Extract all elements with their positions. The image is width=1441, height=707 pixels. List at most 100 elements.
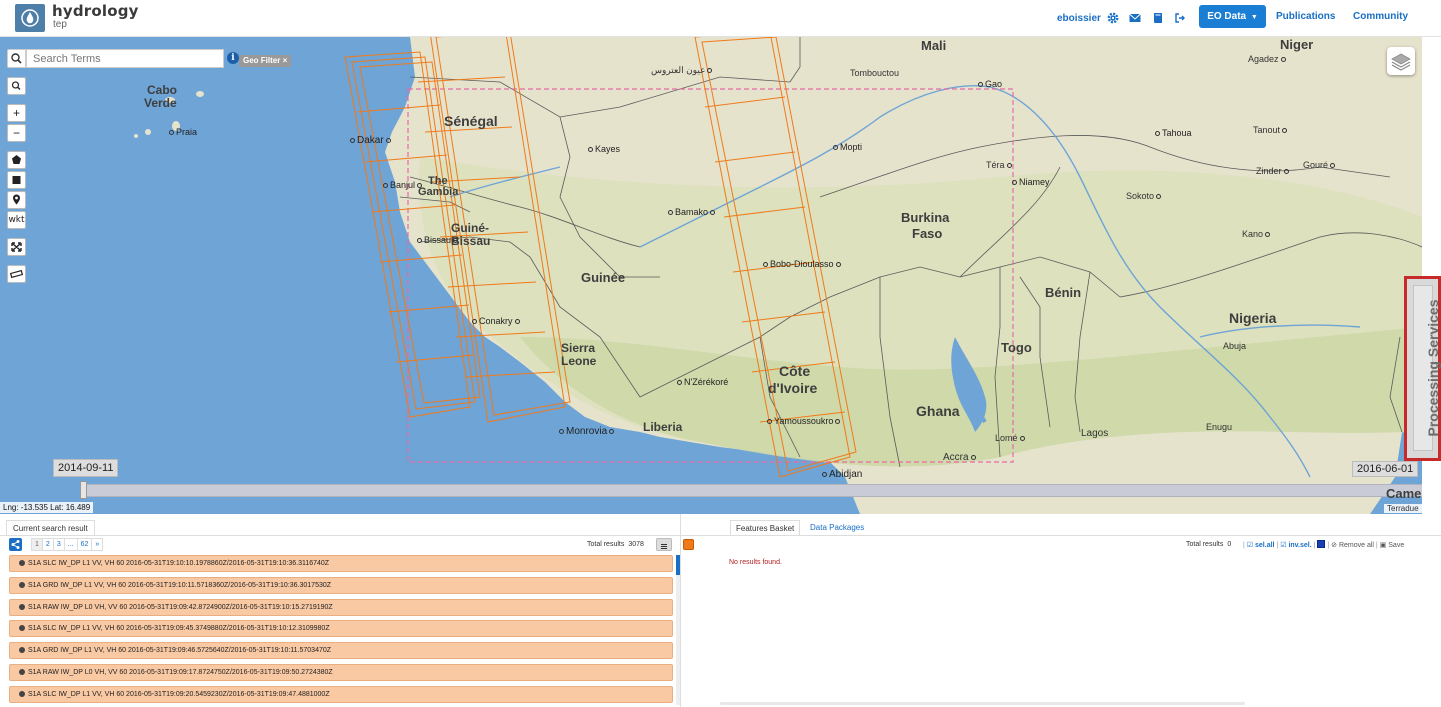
search-icon bbox=[11, 81, 21, 91]
envelope-icon[interactable] bbox=[1128, 11, 1142, 25]
city-label-kayes: Kayes bbox=[588, 144, 620, 154]
globe-icon bbox=[19, 581, 25, 588]
geo-filter-badge[interactable]: Geo Filter × bbox=[239, 55, 292, 67]
basket-toolbar: | ☑ sel.all | ☑ inv.sel. | | ⊘ Remove al… bbox=[1243, 540, 1405, 549]
result-row[interactable]: S1A GRD IW_DP L1 VV, VH 60 2016-05-31T19… bbox=[9, 576, 673, 594]
globe-icon bbox=[19, 603, 25, 610]
total-results-search: Total results 3078 bbox=[587, 541, 644, 548]
time-slider-handle-start[interactable] bbox=[80, 481, 87, 499]
result-row[interactable]: S1A SLC IW_DP L1 VV, VH 60 2016-05-31T19… bbox=[9, 555, 673, 572]
basket-total-label: Total results bbox=[1186, 541, 1224, 548]
community-link[interactable]: Community bbox=[1353, 11, 1408, 22]
share-button[interactable] bbox=[9, 538, 22, 551]
book-icon[interactable] bbox=[1151, 11, 1165, 25]
zoom-out-button[interactable]: − bbox=[7, 124, 26, 142]
wkt-button[interactable]: wkt bbox=[7, 211, 26, 229]
result-row[interactable]: S1A RAW IW_DP L0 VH, VV 60 2016-05-31T19… bbox=[9, 663, 673, 681]
result-row[interactable]: S1A SLC IW_DP L1 VV, VH 60 2016-05-31T19… bbox=[9, 685, 673, 703]
start-date-label: 2014-09-11 bbox=[53, 459, 119, 477]
country-label-sierra-2: Leone bbox=[561, 354, 597, 368]
expand-icon bbox=[11, 242, 22, 252]
eo-data-dropdown-button[interactable]: EO Data ▼ bbox=[1199, 5, 1266, 28]
save-button[interactable]: ▣ Save bbox=[1380, 542, 1405, 549]
globe-icon bbox=[19, 647, 25, 654]
result-row[interactable]: S1A RAW IW_DP L0 VH, VV 60 2016-05-31T19… bbox=[9, 598, 673, 616]
country-label-verde: Verde bbox=[144, 96, 177, 110]
invert-selection-button[interactable]: ☑ inv.sel. bbox=[1280, 542, 1311, 549]
info-icon[interactable]: i bbox=[227, 52, 239, 64]
zoom-in-button[interactable]: + bbox=[7, 104, 26, 122]
city-label-praia: Praia bbox=[169, 127, 197, 137]
app-root: hydrology tep eboissier EO Data ▼ Public… bbox=[0, 0, 1441, 707]
country-label-cote-2: d'Ivoire bbox=[768, 380, 818, 396]
remove-all-button[interactable]: ⊘ Remove all bbox=[1331, 542, 1374, 549]
basket-color-picker[interactable] bbox=[1317, 540, 1326, 548]
hydrology-logo[interactable] bbox=[15, 4, 45, 32]
draw-rectangle-button[interactable] bbox=[7, 171, 26, 189]
footprint-color-picker[interactable] bbox=[683, 539, 694, 550]
bottom-panels: Current search result 1 2 3... 62» Total re… bbox=[0, 514, 1441, 707]
time-slider-track[interactable] bbox=[80, 484, 1422, 497]
measure-button[interactable] bbox=[7, 265, 26, 283]
city-label-zinder: Zinder bbox=[1256, 166, 1289, 176]
city-label-tombouctou: Tombouctou bbox=[850, 68, 900, 78]
page-next[interactable]: » bbox=[91, 538, 104, 551]
city-label-niamey: Niamey bbox=[1012, 177, 1050, 187]
search-input[interactable] bbox=[26, 49, 224, 68]
result-title: S1A GRD IW_DP L1 VV, VH 60 2016-05-31T19… bbox=[28, 581, 332, 589]
city-label-conakry: Conakry bbox=[472, 316, 520, 326]
search-icon bbox=[11, 53, 22, 64]
country-label-cameroon: Camerou bbox=[1386, 486, 1422, 501]
select-all-button[interactable]: ☑ sel.all bbox=[1247, 542, 1275, 549]
tab-features-basket[interactable]: Features Basket bbox=[730, 520, 801, 535]
brand-title: hydrology bbox=[52, 2, 139, 20]
basket-total-value: 0 bbox=[1227, 541, 1232, 548]
country-label-senegal: Sénégal bbox=[444, 113, 498, 129]
result-row[interactable]: S1A SLC IW_DP L1 VV, VH 60 2016-05-31T19… bbox=[9, 620, 673, 638]
sign-out-icon[interactable] bbox=[1173, 11, 1187, 25]
globe-icon bbox=[19, 560, 25, 566]
panel-divider bbox=[680, 514, 681, 707]
username-link[interactable]: eboissier bbox=[1057, 13, 1101, 24]
city-label-agadez: Agadez bbox=[1248, 54, 1286, 64]
total-results-label: Total results bbox=[587, 541, 625, 548]
layers-button[interactable] bbox=[1387, 47, 1415, 75]
basemap[interactable] bbox=[0, 37, 1422, 514]
country-label-niger: Niger bbox=[1280, 37, 1314, 52]
draw-polygon-button[interactable] bbox=[7, 151, 26, 169]
page-ellipsis: ... bbox=[63, 538, 78, 551]
map-view[interactable]: Mali Niger Cabo Verde Sénégal The Gambia… bbox=[0, 37, 1422, 514]
gear-icon[interactable] bbox=[1106, 11, 1120, 25]
page-62[interactable]: 62 bbox=[76, 538, 93, 551]
result-row[interactable]: S1A GRD IW_DP L1 VV, VH 60 2016-05-31T19… bbox=[9, 642, 673, 660]
zoom-search-button[interactable] bbox=[7, 77, 26, 95]
publications-link[interactable]: Publications bbox=[1276, 11, 1335, 22]
result-title: S1A GRD IW_DP L1 VV, VH 60 2016-05-31T19… bbox=[28, 647, 332, 655]
globe-icon bbox=[19, 625, 25, 632]
result-title: S1A RAW IW_DP L0 VH, VV 60 2016-05-31T19… bbox=[28, 603, 333, 611]
share-icon bbox=[11, 540, 20, 549]
city-label-sokoto: Sokoto bbox=[1126, 191, 1161, 201]
brand[interactable]: hydrology tep bbox=[52, 2, 139, 30]
search-button[interactable] bbox=[7, 49, 26, 68]
draw-point-button[interactable] bbox=[7, 191, 26, 209]
city-label-yamoussoukro: Yamoussoukro bbox=[767, 416, 840, 426]
search-results-list: S1A SLC IW_DP L1 VV, VH 60 2016-05-31T19… bbox=[9, 555, 673, 707]
end-date-label: 2016-06-01 bbox=[1352, 461, 1419, 477]
country-label-togo: Togo bbox=[1001, 340, 1032, 355]
fullscreen-button[interactable] bbox=[7, 238, 26, 256]
city-label-bissau: Bissau bbox=[417, 235, 458, 245]
tab-divider-left bbox=[0, 535, 680, 536]
city-label-tahoua: Tahoua bbox=[1155, 128, 1192, 138]
basket-scrollbar[interactable] bbox=[720, 702, 1245, 705]
processing-services-label[interactable]: Processing Services bbox=[1425, 300, 1441, 437]
map-attribution[interactable]: Terradue bbox=[1384, 504, 1422, 513]
remove-all-label: Remove all bbox=[1338, 542, 1374, 549]
tab-current-search-result[interactable]: Current search result bbox=[6, 520, 95, 535]
country-label-liberia: Liberia bbox=[643, 420, 683, 434]
search-bar: i bbox=[7, 49, 239, 68]
tab-data-packages[interactable]: Data Packages bbox=[810, 520, 864, 535]
list-view-button[interactable] bbox=[656, 538, 672, 551]
city-label-abidjan: Abidjan bbox=[822, 469, 862, 480]
caret-down-icon: ▼ bbox=[1250, 14, 1258, 21]
